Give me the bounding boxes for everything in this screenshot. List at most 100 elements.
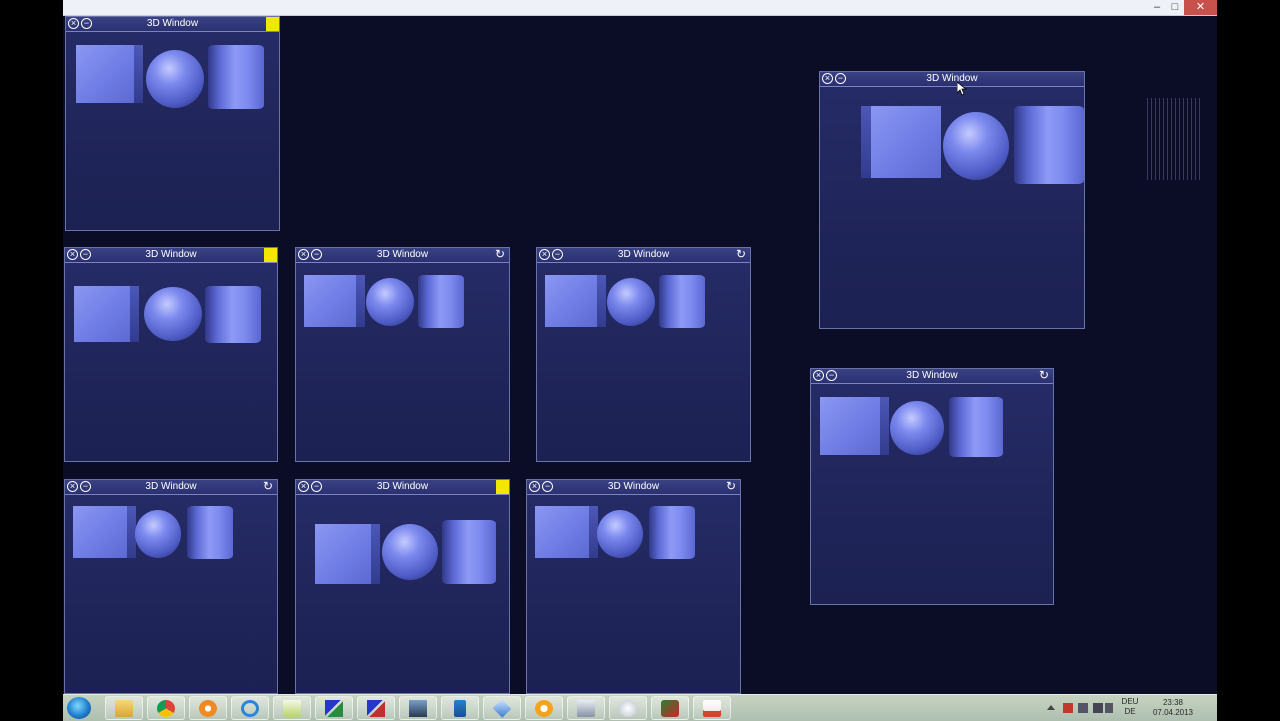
- taskbar-app-photos[interactable]: [399, 696, 437, 720]
- window-header[interactable]: × − 3D Window ↻: [65, 480, 277, 495]
- sphere-shape: [597, 510, 643, 558]
- cube-shape: [76, 45, 143, 103]
- taskbar-app-vlc[interactable]: [525, 696, 563, 720]
- keyboard-layout: DE: [1124, 707, 1136, 716]
- game-icon: [661, 700, 679, 717]
- cube-shape: [861, 106, 941, 178]
- sphere-shape: [890, 401, 944, 455]
- close-button[interactable]: ✕: [1184, 0, 1217, 15]
- media-player-icon: [199, 700, 217, 717]
- window-title: 3D Window: [926, 73, 978, 84]
- show-hidden-icons-icon[interactable]: [1047, 705, 1055, 710]
- 3d-window-2[interactable]: × − 3D Window: [64, 247, 278, 462]
- sphere-shape: [943, 112, 1009, 180]
- 3d-window-4[interactable]: × − 3D Window ↻: [536, 247, 751, 462]
- window-title: 3D Window: [376, 249, 429, 260]
- taskbar-app-network-2[interactable]: [357, 696, 395, 720]
- clock[interactable]: 23:38 07.04.2013: [1147, 698, 1199, 718]
- cylinder-shape: [949, 397, 1003, 457]
- taskbar-app-chrome[interactable]: [147, 696, 185, 720]
- network-icon[interactable]: [1078, 703, 1088, 713]
- cylinder-shape: [649, 506, 695, 559]
- sphere-shape: [146, 50, 204, 108]
- cylinder-shape: [208, 45, 264, 109]
- cylinder-shape: [418, 275, 464, 328]
- screen-recorder-icon: [577, 700, 595, 717]
- shield-icon: [619, 700, 637, 717]
- taskbar-app-recorder[interactable]: [567, 696, 605, 720]
- reset-icon[interactable]: ↻: [735, 248, 747, 260]
- yellow-marker-icon[interactable]: [496, 480, 509, 494]
- cube-shape: [545, 275, 606, 327]
- window-header[interactable]: × − 3D Window: [65, 248, 277, 263]
- file-explorer-icon: [115, 700, 133, 717]
- cylinder-shape: [1014, 106, 1084, 184]
- cube-app-icon: [492, 699, 512, 718]
- window-title: 3D Window: [607, 481, 660, 492]
- taskbar-app-notepad[interactable]: [273, 696, 311, 720]
- sphere-shape: [366, 278, 414, 326]
- sphere-shape: [144, 287, 202, 341]
- 3d-window-3[interactable]: × − 3D Window ↻: [295, 247, 510, 462]
- flag-icon[interactable]: [1063, 703, 1073, 713]
- cylinder-shape: [442, 520, 496, 584]
- window-title: 3D Window: [617, 249, 670, 260]
- taskbar-app-game[interactable]: [651, 696, 689, 720]
- window-header[interactable]: × − 3D Window ↻: [811, 369, 1053, 384]
- 3d-window-7[interactable]: × − 3D Window ↻: [64, 479, 278, 694]
- taskbar-app-java[interactable]: [693, 696, 731, 720]
- cube-shape: [73, 506, 136, 558]
- window-header[interactable]: × − 3D Window: [820, 72, 1084, 87]
- sphere-shape: [607, 278, 655, 326]
- app-titlebar[interactable]: – □ ✕: [63, 0, 1217, 16]
- reset-icon[interactable]: ↻: [725, 480, 737, 492]
- reset-icon[interactable]: ↻: [494, 248, 506, 260]
- cylinder-shape: [187, 506, 233, 559]
- sphere-shape: [382, 524, 438, 580]
- window-header[interactable]: × − 3D Window: [296, 480, 509, 495]
- window-header[interactable]: × − 3D Window: [66, 17, 279, 32]
- taskbar-app-cube[interactable]: [483, 696, 521, 720]
- system-tray: DEU DE 23:38 07.04.2013: [1047, 695, 1217, 721]
- 3d-window-9[interactable]: × − 3D Window ↻: [526, 479, 741, 694]
- taskbar-app-network[interactable]: [315, 696, 353, 720]
- 3d-window-5[interactable]: × − 3D Window: [819, 71, 1085, 329]
- taskbar-app-media[interactable]: [189, 696, 227, 720]
- taskbar-app-usb[interactable]: [441, 696, 479, 720]
- window-title: 3D Window: [146, 18, 199, 29]
- reset-icon[interactable]: ↻: [1038, 369, 1050, 381]
- cube-shape: [820, 397, 889, 455]
- start-button[interactable]: [67, 697, 91, 719]
- 3d-window-8[interactable]: × − 3D Window: [295, 479, 510, 694]
- reset-icon[interactable]: ↻: [262, 480, 274, 492]
- window-title: 3D Window: [145, 249, 197, 260]
- window-title: 3D Window: [376, 481, 429, 492]
- volume-icon[interactable]: [1093, 703, 1103, 713]
- network-tool-icon: [325, 700, 343, 717]
- cylinder-shape: [205, 286, 261, 343]
- partial-window-sliver: [1147, 98, 1203, 180]
- cube-shape: [315, 524, 380, 584]
- usb-key-icon: [454, 700, 466, 717]
- taskbar-app-explorer[interactable]: [105, 696, 143, 720]
- yellow-marker-icon[interactable]: [264, 248, 277, 262]
- network-tool-2-icon: [367, 700, 385, 717]
- 3d-window-1[interactable]: × − 3D Window: [65, 16, 280, 231]
- taskbar-app-shield[interactable]: [609, 696, 647, 720]
- taskbar-app-ie[interactable]: [231, 696, 269, 720]
- internet-explorer-icon: [241, 700, 259, 717]
- taskbar: DEU DE 23:38 07.04.2013: [63, 694, 1217, 721]
- notepad-icon: [283, 700, 301, 717]
- java-icon: [703, 700, 721, 717]
- 3d-window-6[interactable]: × − 3D Window ↻: [810, 368, 1054, 605]
- window-header[interactable]: × − 3D Window ↻: [296, 248, 509, 263]
- cylinder-shape: [659, 275, 705, 328]
- language-indicator[interactable]: DEU DE: [1119, 697, 1141, 717]
- device-icon[interactable]: [1105, 703, 1113, 713]
- yellow-marker-icon[interactable]: [266, 17, 279, 31]
- clock-date: 07.04.2013: [1152, 708, 1194, 717]
- photo-viewer-icon: [409, 700, 427, 717]
- window-header[interactable]: × − 3D Window ↻: [537, 248, 750, 263]
- chrome-icon: [157, 700, 175, 717]
- window-header[interactable]: × − 3D Window ↻: [527, 480, 740, 495]
